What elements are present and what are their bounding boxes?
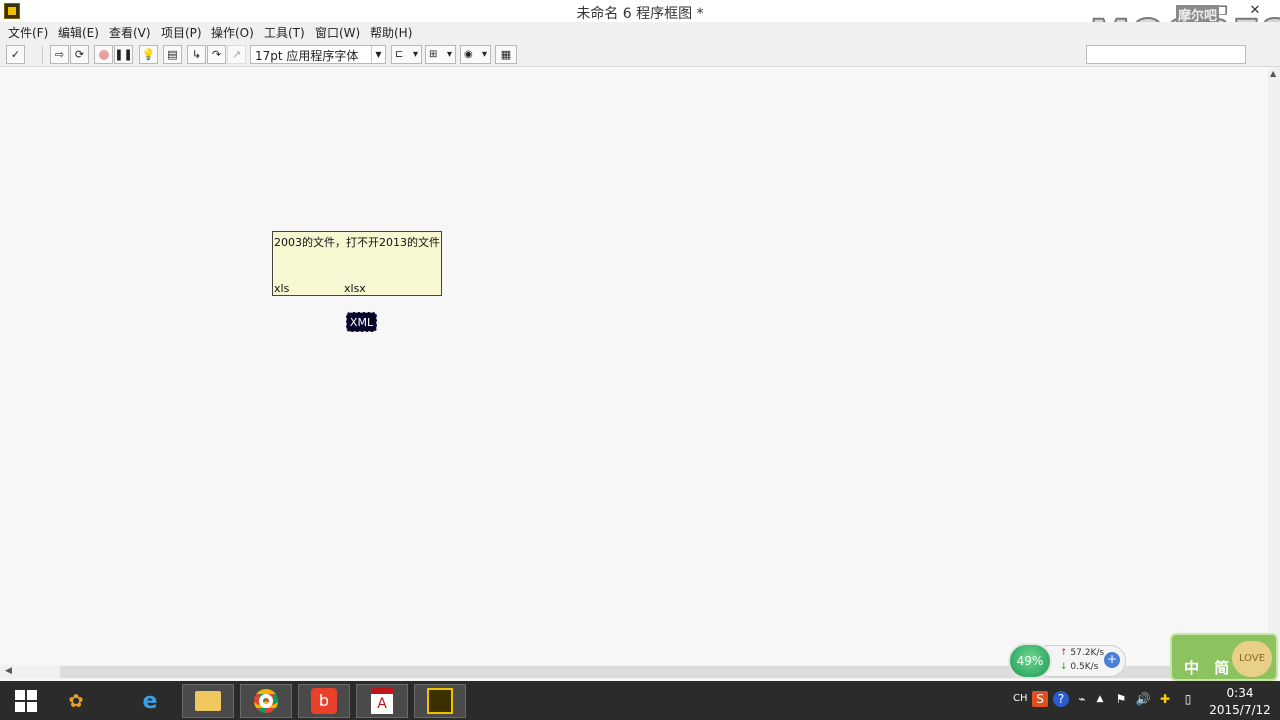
comment-xls: xls [274,282,290,295]
comment-text: 2003的文件，打不开2013的文件 [274,236,440,249]
taskbar: ✿ e b A CH S ? ⌁ ▲ ⚑ 🔊 ✚ ▯ 0:34 2015/7/1… [0,681,1280,720]
font-dropdown[interactable]: 17pt 应用程序字体 ▼ [250,45,386,64]
xml-node[interactable]: XML [346,312,377,332]
chrome-app[interactable] [240,684,292,718]
free-label-comment[interactable]: 2003的文件，打不开2013的文件 xls xlsx [272,231,442,296]
menu-project[interactable]: 项目(P) [161,24,202,41]
ime-love-heart: LOVE [1232,641,1272,677]
ie-icon: e [142,688,158,714]
battery-icon[interactable]: ▯ [1180,691,1196,707]
step-over-icon[interactable]: ↷ [207,45,226,64]
scroll-up-icon[interactable]: ▲ [1270,69,1276,78]
network-speed-widget[interactable]: 49% ↑ 57.2K/s ↓ 0.5K/s + [1008,643,1126,679]
retain-wire-values-icon[interactable]: ▤ [163,45,182,64]
cleanup-icon[interactable]: ▦ [495,45,517,64]
step-out-icon[interactable]: ↗ [227,45,246,64]
reorder-dropdown[interactable]: ◉ ▾ [460,45,491,64]
pen-icon[interactable]: ⌁ [1074,691,1090,707]
show-hidden-icons[interactable]: ▲ [1092,691,1108,707]
ime-mode-label: 中 简 [1184,659,1235,677]
folder-icon [195,691,221,711]
explorer-app[interactable] [182,684,234,718]
run-icon[interactable]: ⇨ [50,45,69,64]
upload-speed: ↑ 57.2K/s [1060,648,1104,658]
menu-file[interactable]: 文件(F) [8,24,48,41]
sogou-icon[interactable]: S [1032,691,1048,707]
pause-icon[interactable]: ❚❚ [114,45,133,64]
windows-logo-icon [15,690,37,712]
menu-help[interactable]: 帮助(H) [370,24,412,41]
ime-widget[interactable]: 中 简 LOVE [1170,633,1278,681]
menu-edit[interactable]: 编辑(E) [58,24,99,41]
chevron-down-icon: ▼ [371,46,385,63]
chrome-icon [254,689,278,713]
step-into-icon[interactable]: ↳ [187,45,206,64]
distribute-icon: ⊞ [429,49,438,60]
down-arrow-icon: ↓ [1060,662,1068,672]
download-value: 0.5K/s [1070,662,1099,672]
toolbar-separator [42,46,43,63]
abort-icon[interactable] [94,45,113,64]
menu-window[interactable]: 窗口(W) [315,24,360,41]
upload-value: 57.2K/s [1070,648,1105,658]
menu-bar: 文件(F) 编辑(E) 查看(V) 项目(P) 操作(O) 工具(T) 窗口(W… [0,22,1280,42]
run-continuously-icon[interactable]: ⟳ [70,45,89,64]
plus-icon[interactable]: + [1104,652,1120,668]
labview-app[interactable] [414,684,466,718]
photos-app[interactable]: ✿ [50,684,102,718]
vertical-scrollbar[interactable]: ▲ [1268,67,1280,665]
title-bar: 未命名 6 程序框图 * ❐ ✕ [0,0,1280,22]
help-icon[interactable]: ? [1053,691,1069,707]
flag-icon[interactable]: ⚑ [1113,691,1129,707]
search-input[interactable] [1086,45,1246,64]
start-button[interactable] [0,684,52,718]
scroll-left-icon[interactable]: ◀ [5,666,12,676]
block-diagram-canvas[interactable] [0,67,1268,665]
highlight-execution-icon[interactable]: 💡 [139,45,158,64]
acrobat-icon: A [371,688,393,714]
window-title: 未命名 6 程序框图 * [576,6,704,22]
baidu-icon: b [311,688,337,714]
align-objects-dropdown[interactable]: ⊏ ▾ [391,45,422,64]
align-icon: ⊏ [395,49,404,60]
menu-view[interactable]: 查看(V) [109,24,151,41]
security-plus-icon[interactable]: ✚ [1157,691,1173,707]
labview-icon [427,688,453,714]
checkmark-icon[interactable]: ✓ [6,45,25,64]
clock-time[interactable]: 0:34 [1220,686,1260,700]
memory-gauge[interactable]: 49% [1008,643,1052,679]
font-dropdown-label: 17pt 应用程序字体 [255,49,359,63]
distribute-objects-dropdown[interactable]: ⊞ ▾ [425,45,456,64]
photos-app-icon: ✿ [68,690,84,712]
download-speed: ↓ 0.5K/s [1060,662,1098,672]
ie-app[interactable]: e [124,684,176,718]
menu-operate[interactable]: 操作(O) [211,24,254,41]
menu-tools[interactable]: 工具(T) [264,24,305,41]
tray-language[interactable]: CH [1013,693,1028,704]
chevron-down-icon: ▾ [446,49,452,60]
up-arrow-icon: ↑ [1060,648,1068,658]
reorder-icon: ◉ [464,49,473,60]
chevron-down-icon: ▾ [412,49,418,60]
clock-date[interactable]: 2015/7/12 [1205,703,1275,717]
baidu-app[interactable]: b [298,684,350,718]
acrobat-app[interactable]: A [356,684,408,718]
volume-icon[interactable]: 🔊 [1135,691,1151,707]
chevron-down-icon: ▾ [481,49,487,60]
comment-xlsx: xlsx [344,282,366,295]
